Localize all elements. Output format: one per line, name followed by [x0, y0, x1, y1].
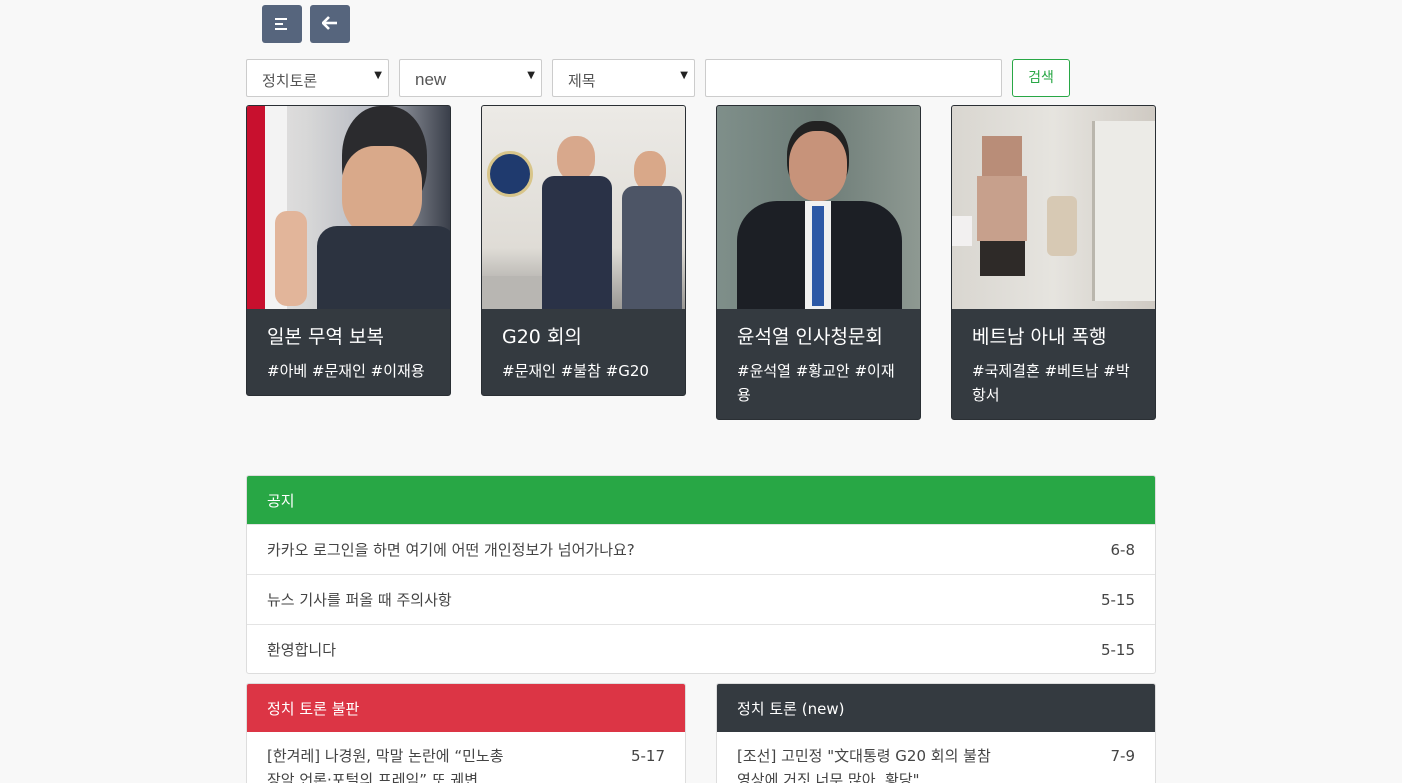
notice-item-title: 환영합니다 — [267, 641, 337, 659]
notice-panel-title: 공지 — [247, 476, 1155, 524]
notice-panel: 공지 카카오 로그인을 하면 여기에 어떤 개인정보가 넘어가나요? 6-8 뉴… — [246, 475, 1156, 674]
chevron-down-icon: ▼ — [374, 70, 382, 81]
topic-card[interactable]: 베트남 아내 폭행 #국제결혼 #베트남 #박항서 — [951, 105, 1156, 420]
list-item[interactable]: 환영합니다 5-15 — [247, 624, 1155, 673]
menu-lines-icon — [275, 15, 289, 34]
sort-select-value: new — [415, 70, 447, 89]
chevron-down-icon: ▼ — [680, 70, 688, 81]
hot-topics-title: 정치 토론 불판 — [247, 684, 685, 732]
topic-card-tags: #아베 #문재인 #이재용 — [267, 362, 425, 380]
category-select[interactable]: 정치토론 ▼ — [246, 59, 389, 97]
topic-card-image — [717, 106, 920, 309]
topic-card-tags: #윤석열 #황교안 #이재용 — [737, 362, 895, 404]
notice-item-date: 6-8 — [1110, 540, 1136, 559]
notice-item-date: 5-15 — [1100, 590, 1135, 609]
category-select-value: 정치토론 — [262, 72, 318, 90]
topic-card-image — [247, 106, 450, 309]
latest-item-date: 7-9 — [1110, 747, 1136, 765]
topic-card-title: 베트남 아내 폭행 — [972, 326, 1107, 348]
chevron-down-icon: ▼ — [527, 70, 535, 81]
list-item[interactable]: [조선] 고민정 "文대통령 G20 회의 불참 영상에 거짓 너무 많아, 황… — [717, 732, 1155, 783]
latest-topics-title: 정치 토론 (new) — [717, 684, 1155, 732]
back-button[interactable] — [310, 5, 350, 43]
notice-item-title: 카카오 로그인을 하면 여기에 어떤 개인정보가 넘어가나요? — [267, 541, 635, 559]
topic-card-title: 일본 무역 보복 — [267, 326, 384, 348]
topic-card-title: G20 회의 — [502, 326, 582, 348]
topic-card-image — [952, 106, 1155, 309]
field-select[interactable]: 제목 ▼ — [552, 59, 695, 97]
latest-topics-panel: 정치 토론 (new) [조선] 고민정 "文대통령 G20 회의 불참 영상에… — [716, 683, 1156, 783]
notice-item-title: 뉴스 기사를 퍼올 때 주의사항 — [267, 591, 452, 609]
top-toolbar — [262, 5, 350, 43]
topic-card-title: 윤석열 인사청문회 — [737, 326, 883, 348]
list-item[interactable]: 카카오 로그인을 하면 여기에 어떤 개인정보가 넘어가나요? 6-8 — [247, 524, 1155, 574]
hot-item-title: [한겨레] 나경원, 막말 논란에 “민노총 장악 언론·포털의 프레임” 또 … — [267, 747, 504, 783]
topic-card-tags: #문재인 #불참 #G20 — [502, 362, 649, 380]
topic-card[interactable]: 일본 무역 보복 #아베 #문재인 #이재용 — [246, 105, 451, 396]
list-item[interactable]: 뉴스 기사를 퍼올 때 주의사항 5-15 — [247, 574, 1155, 624]
arrow-left-icon — [321, 15, 338, 34]
hot-item-date: 5-17 — [630, 747, 665, 765]
search-input[interactable] — [705, 59, 1002, 97]
sort-select[interactable]: new ▼ — [399, 59, 542, 97]
notice-item-date: 5-15 — [1100, 640, 1135, 659]
hot-topics-panel: 정치 토론 불판 [한겨레] 나경원, 막말 논란에 “민노총 장악 언론·포털… — [246, 683, 686, 783]
topic-card[interactable]: G20 회의 #문재인 #불참 #G20 — [481, 105, 686, 396]
search-button[interactable]: 검색 — [1012, 59, 1070, 97]
topic-card-tags: #국제결혼 #베트남 #박항서 — [972, 362, 1130, 404]
list-item[interactable]: [한겨레] 나경원, 막말 논란에 “민노총 장악 언론·포털의 프레임” 또 … — [247, 732, 685, 783]
field-select-value: 제목 — [568, 72, 596, 90]
latest-item-title: [조선] 고민정 "文대통령 G20 회의 불참 영상에 거짓 너무 많아, 황… — [737, 747, 991, 783]
topic-card-image — [482, 106, 685, 309]
menu-button[interactable] — [262, 5, 302, 43]
topic-card[interactable]: 윤석열 인사청문회 #윤석열 #황교안 #이재용 — [716, 105, 921, 420]
